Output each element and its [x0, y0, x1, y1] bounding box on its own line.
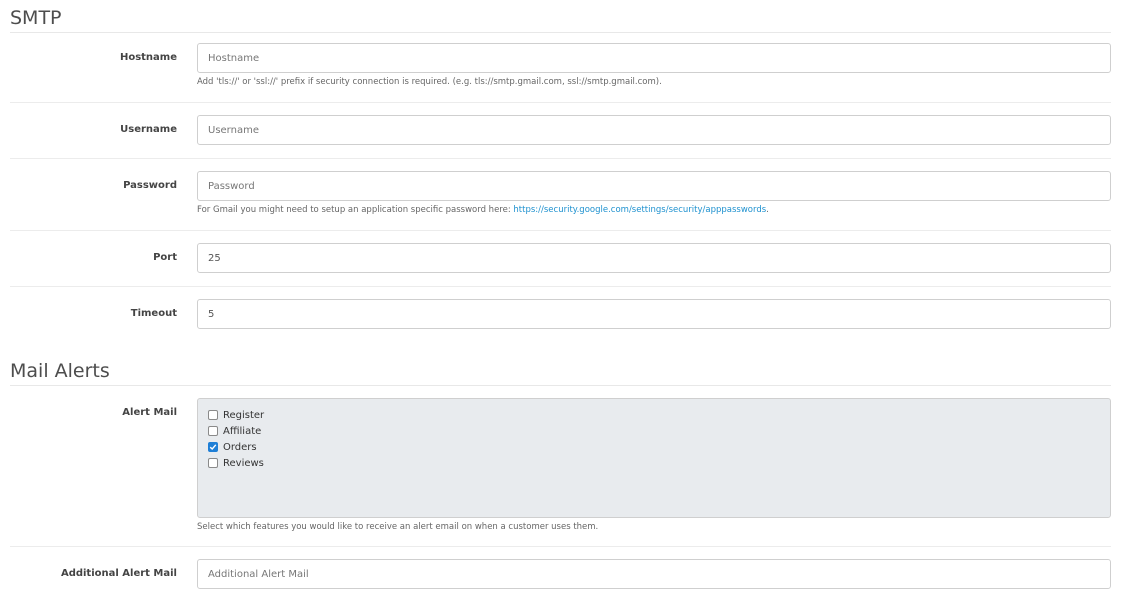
checkbox-row-orders[interactable]: Orders	[208, 439, 1100, 455]
checkbox-label-register: Register	[223, 409, 265, 421]
additional-alert-mail-label: Additional Alert Mail	[60, 568, 177, 579]
smtp-heading: SMTP	[10, 6, 1111, 33]
checkbox-register[interactable]	[208, 410, 218, 420]
password-help-suffix: .	[766, 205, 769, 215]
password-group: Password For Gmail you might need to set…	[10, 171, 1111, 231]
checkbox-label-reviews: Reviews	[223, 457, 264, 469]
port-group: Port	[10, 243, 1111, 287]
checkbox-affiliate[interactable]	[208, 426, 218, 436]
alert-mail-label: Alert Mail	[122, 407, 177, 418]
password-label: Password	[123, 180, 177, 191]
username-group: Username	[10, 115, 1111, 159]
checkmark-icon	[209, 444, 217, 451]
hostname-group: Hostname Add 'tls://' or 'ssl://' prefix…	[10, 43, 1111, 103]
hostname-label: Hostname	[119, 52, 177, 63]
password-help-text: For Gmail you might need to setup an app…	[197, 205, 514, 215]
app-passwords-link[interactable]: https://security.google.com/settings/sec…	[513, 205, 766, 215]
username-input[interactable]	[197, 115, 1111, 145]
password-input[interactable]	[197, 171, 1111, 201]
timeout-label: Timeout	[130, 308, 177, 319]
timeout-group: Timeout	[10, 299, 1111, 343]
port-input[interactable]	[197, 243, 1111, 273]
password-help: For Gmail you might need to setup an app…	[197, 205, 769, 215]
alert-mail-help: Select which features you would like to …	[197, 522, 599, 532]
checkbox-orders[interactable]	[208, 442, 218, 452]
hostname-help: Add 'tls://' or 'ssl://' prefix if secur…	[197, 77, 662, 87]
additional-alert-mail-group: Additional Alert Mail	[10, 559, 1111, 593]
checkbox-row-register[interactable]: Register	[208, 407, 1100, 423]
hostname-input[interactable]	[197, 43, 1111, 73]
alert-mail-group: Alert Mail Register Affiliate Orders Rev…	[10, 398, 1111, 547]
additional-alert-mail-input[interactable]	[197, 559, 1111, 589]
checkbox-reviews[interactable]	[208, 458, 218, 468]
checkbox-label-affiliate: Affiliate	[223, 425, 262, 437]
alert-mail-checkbox-list: Register Affiliate Orders Reviews	[197, 398, 1111, 518]
timeout-input[interactable]	[197, 299, 1111, 329]
checkbox-row-affiliate[interactable]: Affiliate	[208, 423, 1100, 439]
port-label: Port	[153, 252, 177, 263]
checkbox-row-reviews[interactable]: Reviews	[208, 455, 1100, 471]
checkbox-label-orders: Orders	[223, 441, 257, 453]
username-label: Username	[120, 124, 177, 135]
mail-alerts-heading: Mail Alerts	[10, 359, 1111, 386]
